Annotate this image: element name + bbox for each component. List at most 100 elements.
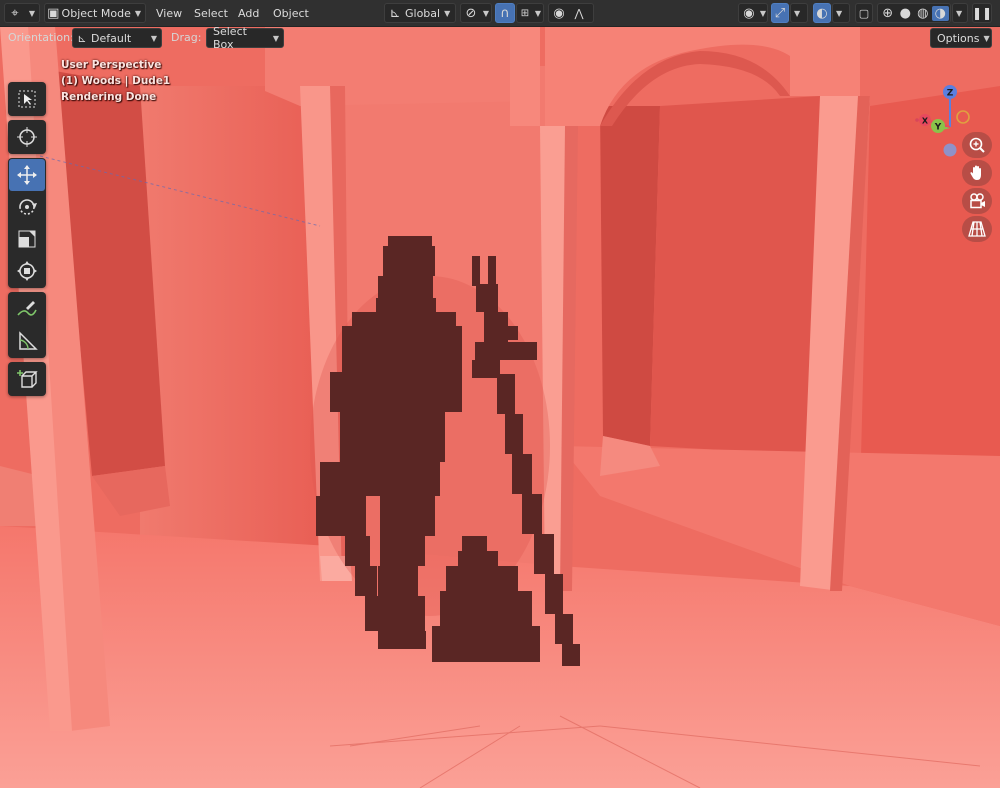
move-arrows-icon	[17, 165, 37, 185]
rendered-scene	[0, 26, 1000, 788]
orientation-setting-value: Default	[91, 31, 132, 45]
chevron-down-icon: ▼	[444, 8, 451, 18]
chevron-down-icon: ▼	[794, 8, 801, 18]
visibility-dropdown[interactable]: ◉ ▼	[738, 3, 768, 23]
options-dropdown[interactable]: Options ▼	[930, 28, 992, 48]
pause-render-button[interactable]: ❚❚	[972, 3, 992, 23]
gizmo-y-label: Y	[934, 123, 942, 133]
chevron-down-icon: ▼	[983, 33, 990, 43]
material-shading-icon[interactable]: ◍	[914, 6, 932, 21]
snap-increment-icon: ⊞	[520, 7, 530, 19]
chevron-down-icon: ▼	[134, 8, 141, 18]
move-tool[interactable]	[9, 159, 45, 191]
select-box-icon	[18, 90, 36, 108]
perspective-toggle-button[interactable]	[962, 216, 992, 242]
solid-shading-icon[interactable]: ●	[897, 6, 915, 21]
chevron-down-icon: ▼	[28, 8, 35, 18]
mode-label: Object Mode	[61, 6, 131, 20]
shading-options-dropdown[interactable]: ▼	[952, 3, 968, 23]
measure-ruler-icon	[19, 331, 38, 350]
mode-dropdown[interactable]: ▣ Object Mode ▼	[44, 3, 146, 23]
pan-hand-icon	[970, 165, 981, 180]
rotate-icon	[19, 199, 37, 215]
proportional-editing-icon: ◉	[553, 5, 565, 21]
drag-setting-label: Drag:	[171, 31, 202, 44]
gizmo-dropdown[interactable]: ▼	[790, 3, 808, 23]
3d-viewport[interactable]: User Perspective (1) Woods | Dude1 Rende…	[0, 26, 1000, 788]
overlay-dropdown[interactable]: ▼	[832, 3, 850, 23]
editor-type-dropdown[interactable]: ⌖ ▼	[4, 3, 40, 23]
camera-icon	[970, 193, 985, 209]
pan-view-button[interactable]	[962, 160, 992, 186]
annotate-pencil-icon	[17, 301, 37, 316]
perspective-grid-icon	[968, 221, 986, 237]
tool-shelf	[8, 82, 46, 400]
orientation-axis-icon: ⊾	[77, 31, 87, 45]
zoom-magnifier-icon	[969, 137, 985, 153]
snap-magnet-icon: ∩	[500, 5, 510, 21]
blender-window: User Perspective (1) Woods | Dude1 Rende…	[0, 0, 1000, 788]
global-orientation-icon: ⊾	[389, 5, 401, 21]
rotate-tool[interactable]	[9, 191, 45, 223]
viewport-header: ⌖ ▼ ▣ Object Mode ▼ View Select Add Objec…	[0, 0, 1000, 27]
menu-add[interactable]: Add	[236, 3, 261, 23]
add-cube-icon	[17, 370, 38, 388]
options-label: Options	[937, 31, 980, 45]
object-mode-icon: ▣	[47, 5, 60, 21]
tool-settings-bar: Orientation: ⊾ Default ▼ Drag: Select Bo…	[0, 25, 1000, 51]
snap-target-dropdown[interactable]: ⊞ ▼	[516, 3, 544, 23]
chevron-down-icon: ▼	[272, 33, 279, 43]
viewport-overlay-text: User Perspective (1) Woods | Dude1 Rende…	[61, 57, 170, 105]
transform-icon	[17, 261, 37, 281]
editor-type-icon: ⌖	[11, 5, 19, 21]
transform-orientation-dropdown[interactable]: ⊾ Global ▼	[384, 3, 456, 23]
scale-icon	[18, 230, 36, 248]
gizmo-icon: ⤢	[774, 5, 786, 21]
zoom-view-button[interactable]	[962, 132, 992, 158]
cursor-tool[interactable]	[9, 121, 45, 153]
gizmo-toggle[interactable]: ⤢	[771, 3, 789, 23]
xray-toggle[interactable]: ▢	[855, 3, 873, 23]
camera-view-button[interactable]	[962, 188, 992, 214]
view-perspective-label: User Perspective	[61, 59, 162, 71]
chevron-down-icon: ▼	[150, 33, 157, 43]
falloff-curve-icon: ⋀	[574, 6, 584, 20]
rendered-shading-icon[interactable]: ◑	[931, 5, 949, 21]
wireframe-shading-icon[interactable]: ⊕	[879, 6, 897, 21]
gizmo-z-label: Z	[947, 89, 954, 99]
xray-icon: ▢	[858, 6, 870, 20]
overlay-icon: ◐	[816, 5, 828, 21]
proportional-editing-toggle[interactable]: ◉ ⋀	[548, 3, 594, 23]
visibility-eye-icon: ◉	[743, 5, 755, 21]
chevron-down-icon: ▼	[759, 8, 766, 18]
scale-tool[interactable]	[9, 223, 45, 255]
measure-tool[interactable]	[9, 325, 45, 357]
active-object-label: (1) Woods | Dude1	[61, 75, 171, 87]
orientation-setting-label: Orientation:	[8, 31, 74, 44]
snap-toggle[interactable]: ∩	[495, 3, 515, 23]
shading-mode-group: ⊕ ● ◍ ◑	[877, 3, 951, 23]
orientation-setting-dropdown[interactable]: ⊾ Default ▼	[72, 28, 162, 48]
chevron-down-icon: ▼	[956, 8, 963, 18]
select-box-tool[interactable]	[9, 83, 45, 115]
annotate-tool[interactable]	[9, 293, 45, 325]
navigation-gizmo[interactable]: Z X Y	[905, 82, 995, 172]
pause-icon: ❚❚	[971, 6, 993, 20]
menu-object[interactable]: Object	[271, 3, 311, 23]
pivot-icon: ⊘	[465, 5, 477, 21]
menu-select[interactable]: Select	[192, 3, 230, 23]
orientation-label: Global	[405, 6, 441, 20]
add-cube-tool[interactable]	[9, 363, 45, 395]
gizmo-x-label: X	[922, 117, 929, 126]
chevron-down-icon: ▼	[836, 8, 843, 18]
overlay-toggle[interactable]: ◐	[813, 3, 831, 23]
cursor-crosshair-icon	[17, 127, 37, 147]
drag-setting-dropdown[interactable]: Select Box ▼	[206, 25, 284, 51]
render-status-label: Rendering Done	[61, 91, 157, 103]
menu-view[interactable]: View	[154, 3, 184, 23]
chevron-down-icon: ▼	[482, 8, 489, 18]
chevron-down-icon: ▼	[534, 8, 541, 18]
drag-setting-value: Select Box	[213, 25, 247, 51]
transform-tool[interactable]	[9, 255, 45, 287]
pivot-point-dropdown[interactable]: ⊘ ▼	[460, 3, 492, 23]
